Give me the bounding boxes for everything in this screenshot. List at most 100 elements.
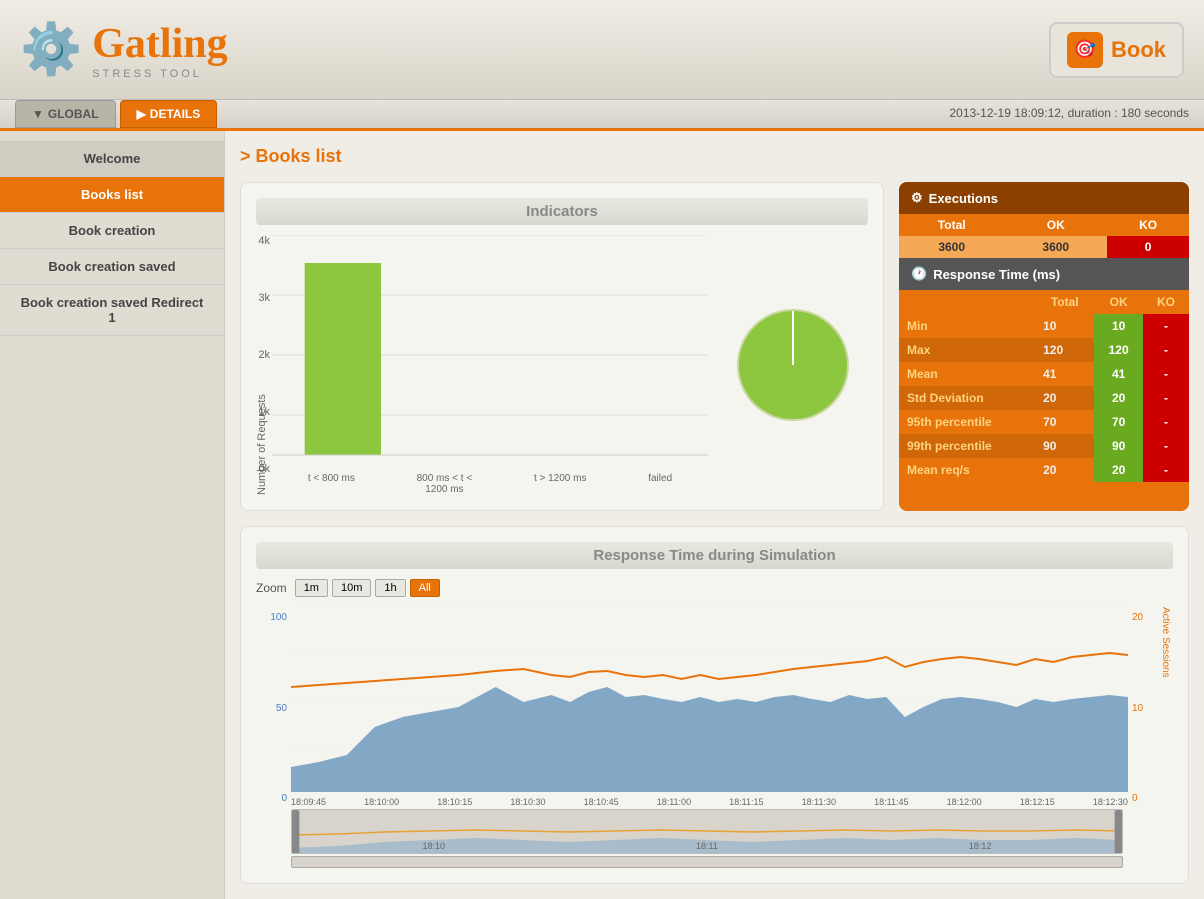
resp-ok-5: 90 bbox=[1094, 434, 1143, 458]
logo-title: Gatling bbox=[92, 20, 227, 68]
resp-label-3: Std Deviation bbox=[899, 386, 1035, 410]
global-label: GLOBAL bbox=[48, 107, 99, 121]
resp-ko-2: - bbox=[1143, 362, 1189, 386]
badge-title: Book bbox=[1111, 37, 1166, 63]
x-axis-labels: 18:09:45 18:10:00 18:10:15 18:10:30 18:1… bbox=[291, 795, 1128, 809]
bar-chart-svg bbox=[272, 235, 708, 475]
resp-total-3: 20 bbox=[1035, 386, 1094, 410]
exec-col-total: Total bbox=[899, 214, 1004, 236]
time-series-svg bbox=[291, 607, 1128, 792]
exec-icon: ⚙ bbox=[911, 190, 923, 206]
clock-icon: 🕐 bbox=[911, 266, 927, 282]
resp-ko-1: - bbox=[1143, 338, 1189, 362]
exec-val-total: 3600 bbox=[899, 236, 1004, 258]
resp-ok-header: OK bbox=[1094, 290, 1143, 314]
details-label: DETAILS bbox=[150, 107, 200, 121]
zoom-label: Zoom bbox=[256, 581, 287, 595]
scrollbar-thumb[interactable] bbox=[292, 857, 1122, 867]
resp-title: Response Time (ms) bbox=[933, 267, 1060, 282]
resp-ok-2: 41 bbox=[1094, 362, 1143, 386]
scrollbar[interactable] bbox=[291, 856, 1123, 868]
resp-total-6: 20 bbox=[1035, 458, 1094, 482]
exec-header: ⚙ Executions bbox=[899, 182, 1189, 214]
resp-ko-6: - bbox=[1143, 458, 1189, 482]
sidebar: Welcome Books list Book creation Book cr… bbox=[0, 131, 225, 899]
resp-table: Total OK KO Min 10 10 - Max 120 120 bbox=[899, 290, 1189, 482]
indicators-panel: Indicators Number of Requests 4k 3k 2k 1… bbox=[240, 182, 884, 511]
gatling-logo-icon: ⚙️ bbox=[20, 20, 82, 79]
resp-total-header: Total bbox=[1035, 290, 1094, 314]
timestamp: 2013-12-19 18:09:12, duration : 180 seco… bbox=[949, 106, 1189, 128]
sidebar-item-welcome[interactable]: Welcome bbox=[0, 141, 224, 177]
zoom-btn-1h[interactable]: 1h bbox=[375, 579, 405, 597]
sidebar-item-book-creation[interactable]: Book creation bbox=[0, 213, 224, 249]
resp-total-4: 70 bbox=[1035, 410, 1094, 434]
global-arrow: ▼ bbox=[32, 107, 44, 121]
resp-ko-header: KO bbox=[1143, 290, 1189, 314]
chart-inner-wrapper: 18:09:45 18:10:00 18:10:15 18:10:30 18:1… bbox=[291, 607, 1128, 809]
table-row: Mean req/s 20 20 - bbox=[899, 458, 1189, 482]
resp-total-1: 120 bbox=[1035, 338, 1094, 362]
resp-ko-4: - bbox=[1143, 410, 1189, 434]
target-icon: 🎯 bbox=[1067, 32, 1103, 68]
resp-header: 🕐 Response Time (ms) bbox=[899, 258, 1189, 290]
table-row: 99th percentile 90 90 - bbox=[899, 434, 1189, 458]
resp-label-6: Mean req/s bbox=[899, 458, 1035, 482]
table-row: Mean 41 41 - bbox=[899, 362, 1189, 386]
zoom-btn-all[interactable]: All bbox=[410, 579, 440, 597]
logo-area: ⚙️ Gatling STRESS TOOL bbox=[20, 20, 228, 80]
sidebar-item-book-creation-saved[interactable]: Book creation saved bbox=[0, 249, 224, 285]
pie-chart-container bbox=[718, 300, 868, 430]
page-title: Books list bbox=[240, 146, 1189, 167]
resp-ok-4: 70 bbox=[1094, 410, 1143, 434]
exec-panel: ⚙ Executions Total OK KO 3600 3600 0 bbox=[899, 182, 1189, 511]
response-chart-title: Response Time during Simulation bbox=[256, 542, 1173, 569]
resp-label-5: 99th percentile bbox=[899, 434, 1035, 458]
exec-col-ko: KO bbox=[1107, 214, 1189, 236]
mini-chart-wrapper: 18:10 18:11 18:12 bbox=[256, 809, 1173, 868]
y-axis-right: 20 10 0 bbox=[1128, 607, 1158, 809]
exec-val-ko: 0 bbox=[1107, 236, 1189, 258]
indicators-title: Indicators bbox=[256, 198, 868, 225]
resp-ko-0: - bbox=[1143, 314, 1189, 338]
resp-label-2: Mean bbox=[899, 362, 1035, 386]
content-area: Books list Indicators Number of Requests… bbox=[225, 131, 1204, 899]
exec-table: Total OK KO 3600 3600 0 bbox=[899, 214, 1189, 258]
mini-x-labels: 18:10 18:11 18:12 bbox=[292, 841, 1122, 851]
zoom-btn-10m[interactable]: 10m bbox=[332, 579, 371, 597]
resp-label-1: Max bbox=[899, 338, 1035, 362]
header: ⚙️ Gatling STRESS TOOL 🎯 Book bbox=[0, 0, 1204, 100]
mini-chart: 18:10 18:11 18:12 bbox=[291, 809, 1123, 854]
stats-row: Indicators Number of Requests 4k 3k 2k 1… bbox=[240, 182, 1189, 511]
pie-chart-svg bbox=[728, 300, 858, 430]
tab-global[interactable]: ▼ GLOBAL bbox=[15, 100, 116, 128]
zoom-controls: Zoom 1m 10m 1h All bbox=[256, 579, 1173, 597]
resp-ok-0: 10 bbox=[1094, 314, 1143, 338]
resp-ok-3: 20 bbox=[1094, 386, 1143, 410]
sidebar-item-books-list[interactable]: Books list bbox=[0, 177, 224, 213]
resp-ko-3: - bbox=[1143, 386, 1189, 410]
table-row: 95th percentile 70 70 - bbox=[899, 410, 1189, 434]
resp-total-0: 10 bbox=[1035, 314, 1094, 338]
resp-label-0: Min bbox=[899, 314, 1035, 338]
exec-title: Executions bbox=[929, 191, 998, 206]
resp-label-4: 95th percentile bbox=[899, 410, 1035, 434]
y-axis-labels: 4k 3k 2k 1k 0k bbox=[244, 235, 270, 475]
exec-col-ok: OK bbox=[1004, 214, 1107, 236]
sidebar-item-book-creation-saved-redirect[interactable]: Book creation saved Redirect 1 bbox=[0, 285, 224, 336]
zoom-btn-1m[interactable]: 1m bbox=[295, 579, 328, 597]
response-chart-panel: Response Time during Simulation Zoom 1m … bbox=[240, 526, 1189, 884]
x-axis-labels: t < 800 ms 800 ms < t <1200 ms t > 1200 … bbox=[272, 473, 708, 495]
active-sessions-label: Active Sessions bbox=[1158, 607, 1173, 809]
resp-ko-5: - bbox=[1143, 434, 1189, 458]
resp-total-2: 41 bbox=[1035, 362, 1094, 386]
resp-total-5: 90 bbox=[1035, 434, 1094, 458]
resp-empty-header bbox=[899, 290, 1035, 314]
logo-text-group: Gatling STRESS TOOL bbox=[92, 20, 227, 80]
details-arrow: ▶ bbox=[137, 107, 146, 121]
table-row: Max 120 120 - bbox=[899, 338, 1189, 362]
tab-details[interactable]: ▶ DETAILS bbox=[120, 100, 218, 128]
table-row: Std Deviation 20 20 - bbox=[899, 386, 1189, 410]
resp-ok-1: 120 bbox=[1094, 338, 1143, 362]
mini-chart-area: 18:10 18:11 18:12 bbox=[291, 809, 1123, 868]
